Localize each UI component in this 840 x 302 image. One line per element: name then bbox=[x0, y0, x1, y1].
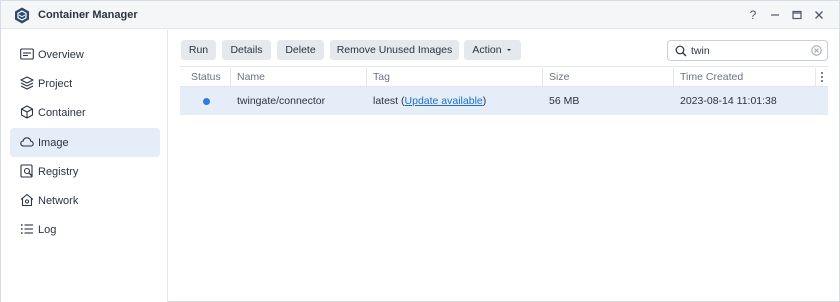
minimize-button[interactable] bbox=[766, 6, 784, 24]
status-running-icon bbox=[203, 98, 210, 105]
container-manager-logo-icon bbox=[15, 7, 29, 24]
sidebar-item-registry[interactable]: Registry bbox=[10, 157, 160, 186]
sidebar-item-overview[interactable]: Overview bbox=[10, 40, 160, 69]
image-name: twingate/connector bbox=[237, 95, 326, 107]
sidebar-item-label: Container bbox=[38, 106, 86, 119]
image-tag: latest (Update available) bbox=[373, 87, 486, 115]
search-box bbox=[667, 40, 828, 61]
app-title: Container Manager bbox=[38, 9, 138, 21]
sidebar-item-log[interactable]: Log bbox=[10, 215, 160, 244]
table-row[interactable]: twingate/connector latest (Update availa… bbox=[180, 87, 828, 115]
network-icon bbox=[20, 193, 34, 207]
sidebar-item-project[interactable]: Project bbox=[10, 69, 160, 98]
overview-icon bbox=[20, 48, 34, 60]
column-header-status[interactable]: Status bbox=[191, 67, 221, 87]
column-divider[interactable] bbox=[366, 68, 367, 86]
column-header-time-created[interactable]: Time Created bbox=[680, 67, 743, 87]
container-icon bbox=[20, 105, 34, 119]
clear-search-icon[interactable] bbox=[811, 45, 822, 56]
run-button[interactable]: Run bbox=[181, 40, 216, 60]
column-divider[interactable] bbox=[542, 68, 543, 86]
maximize-button[interactable] bbox=[788, 6, 806, 24]
sidebar-item-network[interactable]: Network bbox=[10, 186, 160, 215]
sidebar-item-label: Registry bbox=[38, 165, 79, 178]
maximize-icon bbox=[792, 10, 802, 20]
column-divider[interactable] bbox=[673, 68, 674, 86]
column-options-icon[interactable] bbox=[818, 70, 826, 84]
column-header-size[interactable]: Size bbox=[549, 67, 569, 87]
title-bar: Container Manager ? bbox=[1, 1, 839, 29]
close-icon bbox=[815, 11, 823, 19]
sidebar: Overview Project Container Image Registr… bbox=[1, 30, 168, 302]
delete-button[interactable]: Delete bbox=[277, 40, 324, 60]
search-input[interactable] bbox=[691, 43, 803, 58]
remove-unused-images-button[interactable]: Remove Unused Images bbox=[330, 40, 459, 60]
caret-down-icon bbox=[506, 49, 511, 51]
update-available-link[interactable]: Update available bbox=[405, 95, 483, 107]
help-button[interactable]: ? bbox=[744, 6, 762, 24]
sidebar-item-label: Image bbox=[38, 136, 69, 149]
column-header-name[interactable]: Name bbox=[237, 67, 265, 87]
sidebar-item-label: Network bbox=[38, 194, 79, 207]
cloud-icon bbox=[20, 137, 34, 147]
search-icon bbox=[675, 45, 687, 57]
log-icon bbox=[20, 224, 33, 234]
app-window: Container Manager ? Overview Project Con… bbox=[0, 0, 840, 302]
details-button[interactable]: Details bbox=[222, 40, 271, 60]
project-icon bbox=[20, 76, 34, 90]
registry-icon bbox=[20, 164, 33, 178]
column-header-tag[interactable]: Tag bbox=[373, 67, 390, 87]
sidebar-item-label: Overview bbox=[38, 48, 84, 61]
column-divider[interactable] bbox=[815, 68, 816, 86]
action-label: Action bbox=[472, 44, 502, 56]
minimize-icon bbox=[771, 14, 779, 16]
image-size: 56 MB bbox=[549, 95, 580, 107]
tag-suffix: ) bbox=[482, 95, 487, 107]
close-button[interactable] bbox=[810, 6, 828, 24]
sidebar-item-label: Log bbox=[38, 223, 57, 236]
sidebar-item-label: Project bbox=[38, 77, 73, 90]
sidebar-item-container[interactable]: Container bbox=[10, 98, 160, 127]
image-created-time: 2023-08-14 11:01:38 bbox=[680, 95, 777, 107]
sidebar-item-image[interactable]: Image bbox=[10, 128, 160, 157]
tag-prefix: latest ( bbox=[373, 95, 405, 107]
action-dropdown-button[interactable]: Action bbox=[464, 40, 521, 60]
column-divider[interactable] bbox=[230, 68, 231, 86]
table-header: Status Name Tag Size Time Created bbox=[180, 66, 828, 87]
